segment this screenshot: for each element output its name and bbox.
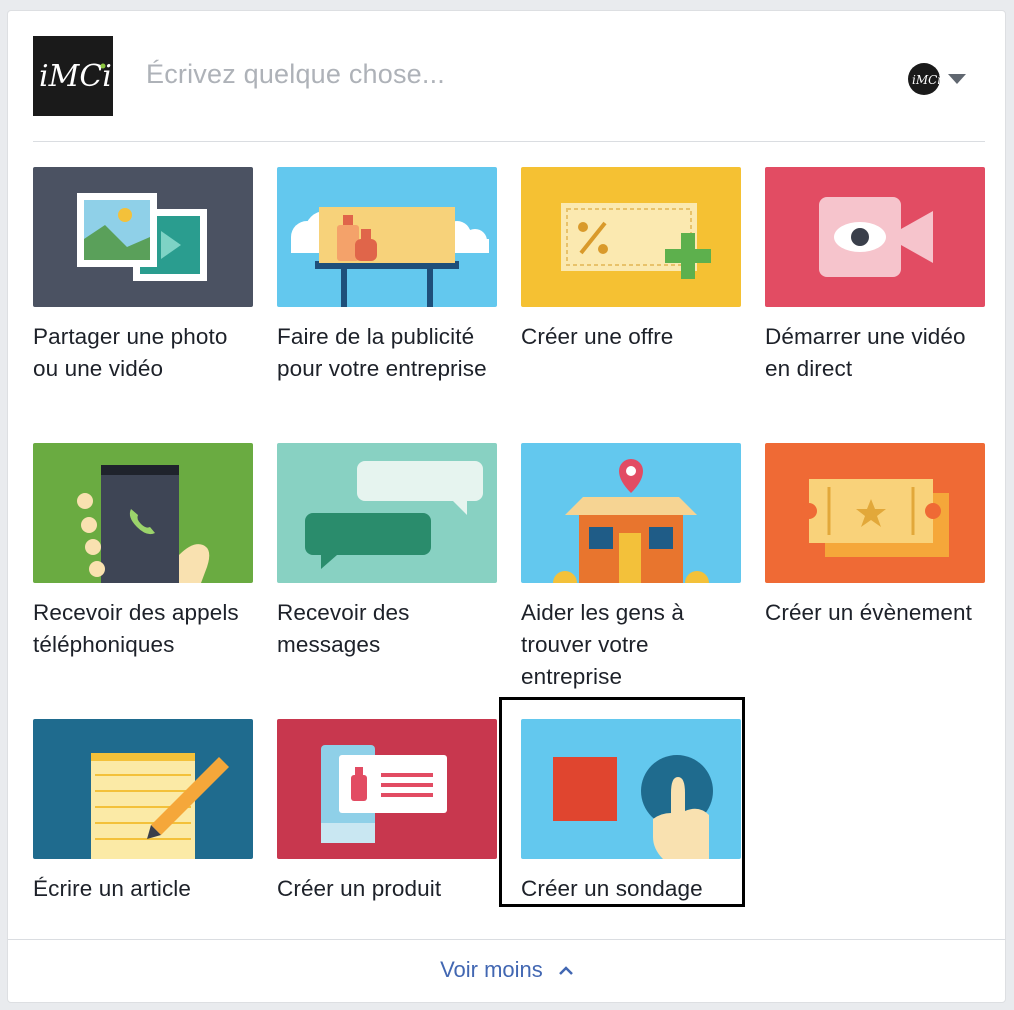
event-ticket-icon bbox=[765, 443, 985, 583]
action-label: Faire de la publicité pour votre entrepr… bbox=[277, 324, 487, 381]
action-tile-live-video[interactable]: Démarrer une vidéo en direct bbox=[765, 167, 985, 385]
composer-divider bbox=[33, 141, 985, 142]
post-composer-card: iMCi Écrivez quelque chose... iMCi Parta… bbox=[7, 10, 1006, 1003]
page-identity-selector[interactable]: iMCi bbox=[908, 63, 972, 95]
offer-coupon-icon bbox=[521, 167, 741, 307]
action-tile-photo-video[interactable]: Partager une photo ou une vidéo bbox=[33, 167, 253, 385]
phone-call-icon bbox=[33, 443, 253, 583]
live-video-eye-icon bbox=[765, 167, 985, 307]
action-label: Recevoir des messages bbox=[277, 600, 410, 657]
action-tile-poll[interactable]: Créer un sondage bbox=[521, 719, 741, 905]
action-tile-messages[interactable]: Recevoir des messages bbox=[277, 443, 497, 661]
see-less-label: Voir moins bbox=[440, 957, 543, 982]
message-bubbles-icon bbox=[277, 443, 497, 583]
page-logo: iMCi bbox=[33, 36, 113, 116]
action-label: Créer un produit bbox=[277, 876, 442, 901]
notepad-pencil-icon bbox=[33, 719, 253, 859]
composer-header: iMCi Écrivez quelque chose... iMCi bbox=[8, 11, 1005, 141]
action-tile-advertise[interactable]: Faire de la publicité pour votre entrepr… bbox=[277, 167, 497, 385]
action-tile-article[interactable]: Écrire un article bbox=[33, 719, 253, 905]
product-card-icon bbox=[277, 719, 497, 859]
action-tile-phone-calls[interactable]: Recevoir des appels téléphoniques bbox=[33, 443, 253, 661]
action-label: Aider les gens à trouver votre entrepris… bbox=[521, 600, 684, 689]
action-label: Créer un sondage bbox=[521, 876, 703, 901]
chevron-up-icon bbox=[559, 966, 573, 975]
see-less-button[interactable]: Voir moins bbox=[8, 957, 1005, 983]
footer-divider bbox=[8, 939, 1005, 940]
billboard-icon bbox=[277, 167, 497, 307]
action-tile-offer[interactable]: Créer une offre bbox=[521, 167, 741, 353]
action-label: Créer un évènement bbox=[765, 600, 972, 625]
composer-input[interactable]: Écrivez quelque chose... bbox=[146, 59, 445, 90]
svg-text:iMCi: iMCi bbox=[39, 59, 112, 94]
action-label: Écrire un article bbox=[33, 876, 192, 901]
action-label: Partager une photo ou une vidéo bbox=[33, 324, 228, 381]
action-tile-find-business[interactable]: Aider les gens à trouver votre entrepris… bbox=[521, 443, 741, 693]
svg-text:iMCi: iMCi bbox=[912, 73, 940, 87]
avatar: iMCi bbox=[908, 63, 940, 95]
action-tile-event[interactable]: Créer un évènement bbox=[765, 443, 985, 629]
storefront-location-icon bbox=[521, 443, 741, 583]
poll-choice-icon bbox=[521, 719, 741, 859]
photo-video-icon bbox=[33, 167, 253, 307]
chevron-down-icon bbox=[948, 74, 966, 84]
action-label: Démarrer une vidéo en direct bbox=[765, 324, 966, 381]
action-label: Recevoir des appels téléphoniques bbox=[33, 600, 239, 657]
action-label: Créer une offre bbox=[521, 324, 674, 349]
action-tile-product[interactable]: Créer un produit bbox=[277, 719, 497, 905]
